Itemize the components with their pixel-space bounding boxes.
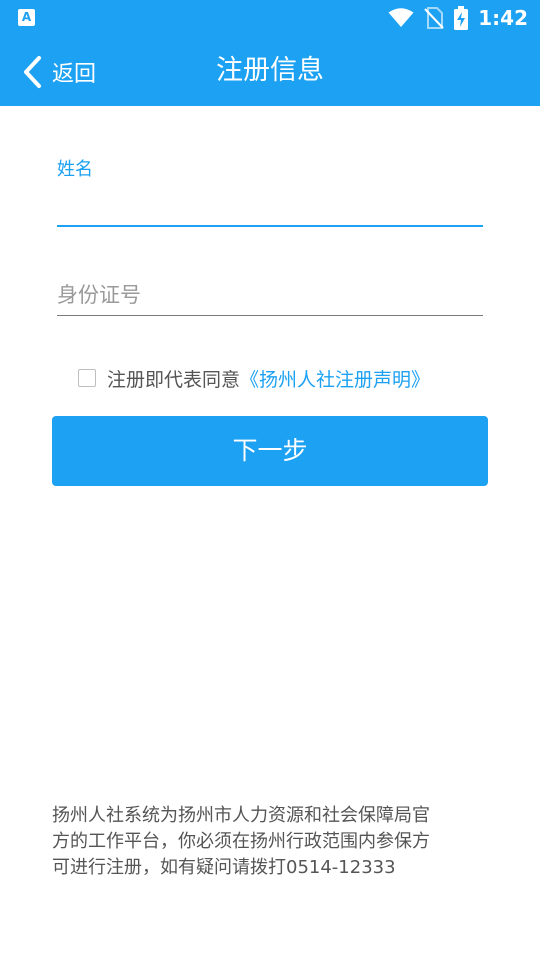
agreement-checkbox[interactable] xyxy=(78,369,96,387)
status-icons: 1:42 xyxy=(388,6,528,30)
agreement-text: 注册即代表同意 xyxy=(107,368,241,391)
wifi-icon xyxy=(388,8,414,27)
name-field-label: 姓名 xyxy=(57,159,93,180)
id-input-underline xyxy=(57,315,483,316)
app-bar: 返回 注册信息 xyxy=(0,36,540,106)
header-bar: A 1:42 返回 注册信息 xyxy=(0,0,540,106)
footer-line: 扬州人社系统为扬州市人力资源和社会保障局官 xyxy=(52,805,430,826)
id-number-input[interactable] xyxy=(57,276,483,314)
footer-line: 可进行注册，如有疑问请拨打0514-12333 xyxy=(52,857,396,878)
app-notification-icon: A xyxy=(18,9,35,26)
page-title: 注册信息 xyxy=(216,55,324,86)
agreement-row: 注册即代表同意 《扬州人社注册声明》 xyxy=(78,364,430,392)
name-input[interactable] xyxy=(57,185,483,225)
no-sim-icon xyxy=(424,7,444,29)
name-input-underline xyxy=(57,225,483,227)
battery-charging-icon xyxy=(454,6,469,30)
footer-note: 扬州人社系统为扬州市人力资源和社会保障局官 方的工作平台，你必须在扬州行政范围内… xyxy=(52,803,488,881)
clock: 1:42 xyxy=(478,6,528,30)
status-bar: A 1:42 xyxy=(0,0,540,36)
footer-line: 方的工作平台，你必须在扬州行政范围内参保方 xyxy=(52,831,430,852)
next-step-button[interactable]: 下一步 xyxy=(52,416,488,486)
agreement-link[interactable]: 《扬州人社注册声明》 xyxy=(240,365,430,392)
